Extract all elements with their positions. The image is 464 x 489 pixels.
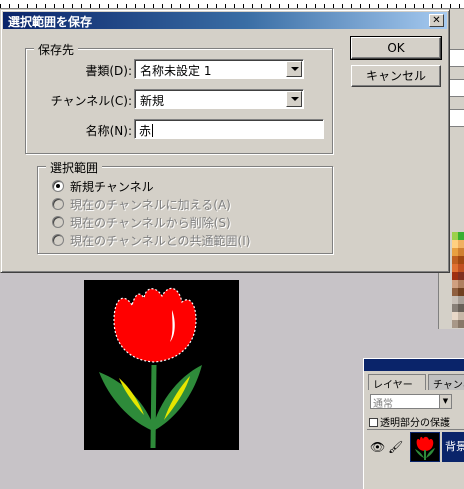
radio-button[interactable]: [52, 216, 64, 228]
tulip-image: [99, 287, 202, 449]
name-field[interactable]: 赤: [134, 119, 324, 139]
chevron-down-icon[interactable]: [286, 61, 302, 77]
radio-button[interactable]: [52, 180, 64, 192]
document-select[interactable]: 名称未設定 1: [134, 59, 304, 79]
destination-group: 保存先 書類(D): 名称未設定 1 チャンネル(C): 新規 名称(N): 赤: [25, 41, 333, 154]
dialog-title: 選択範囲を保存: [8, 15, 93, 29]
blend-mode-value: 通常: [373, 399, 393, 410]
lock-transparency-label: 透明部分の保護: [380, 418, 450, 429]
radio-button[interactable]: [52, 198, 64, 210]
brush-icon: 🖌: [388, 440, 404, 454]
chevron-down-icon[interactable]: [286, 91, 302, 107]
panel-titlebar[interactable]: [364, 359, 464, 371]
layers-panel: レイヤー チャンネル 通常 ▼ 透明部分の保護 👁 🖌 背景: [363, 358, 464, 489]
color-swatches[interactable]: [452, 232, 464, 328]
radio-button[interactable]: [52, 234, 64, 246]
dialog-titlebar[interactable]: 選択範囲を保存 ✕: [3, 12, 447, 29]
document-label: 書類(D):: [85, 64, 132, 78]
eye-icon[interactable]: 👁: [370, 440, 385, 454]
destination-legend: 保存先: [34, 41, 79, 58]
radio-label: 現在のチャンネルから削除(S): [70, 216, 231, 230]
operation-legend: 選択範囲: [46, 159, 103, 176]
blend-mode-select[interactable]: 通常 ▼: [370, 394, 452, 410]
tab-channels[interactable]: チャンネル: [428, 374, 464, 390]
tab-layers[interactable]: レイヤー: [368, 374, 426, 390]
operation-group: 選択範囲 新規チャンネル 現在のチャンネルに加える(A) 現在のチャンネルから削…: [37, 159, 333, 254]
channel-value: 新規: [140, 94, 165, 108]
ruler: [0, 0, 464, 9]
close-icon[interactable]: ✕: [429, 14, 444, 27]
lock-transparency-checkbox[interactable]: 透明部分の保護: [369, 414, 450, 429]
ok-button[interactable]: OK: [350, 36, 442, 60]
channel-label: チャンネル(C):: [50, 94, 132, 108]
layer-name[interactable]: 背景: [442, 432, 464, 462]
layer-row[interactable]: 👁 🖌 背景: [367, 429, 464, 465]
document-value: 名称未設定 1: [140, 64, 212, 78]
radio-label: 現在のチャンネルに加える(A): [70, 198, 231, 212]
name-label: 名称(N):: [85, 124, 132, 138]
cancel-button[interactable]: キャンセル: [351, 65, 441, 87]
radio-label: 新規チャンネル: [70, 180, 154, 194]
chevron-down-icon: ▼: [439, 395, 451, 408]
checkbox-box: [369, 418, 378, 427]
name-value: 赤: [139, 124, 152, 138]
save-selection-dialog: 選択範囲を保存 ✕ 保存先 書類(D): 名称未設定 1 チャンネル(C): 新…: [0, 9, 450, 273]
layer-thumbnail: [410, 432, 440, 462]
channel-select[interactable]: 新規: [134, 89, 304, 109]
image-canvas[interactable]: [84, 280, 239, 450]
radio-label: 現在のチャンネルとの共通範囲(I): [70, 234, 251, 248]
